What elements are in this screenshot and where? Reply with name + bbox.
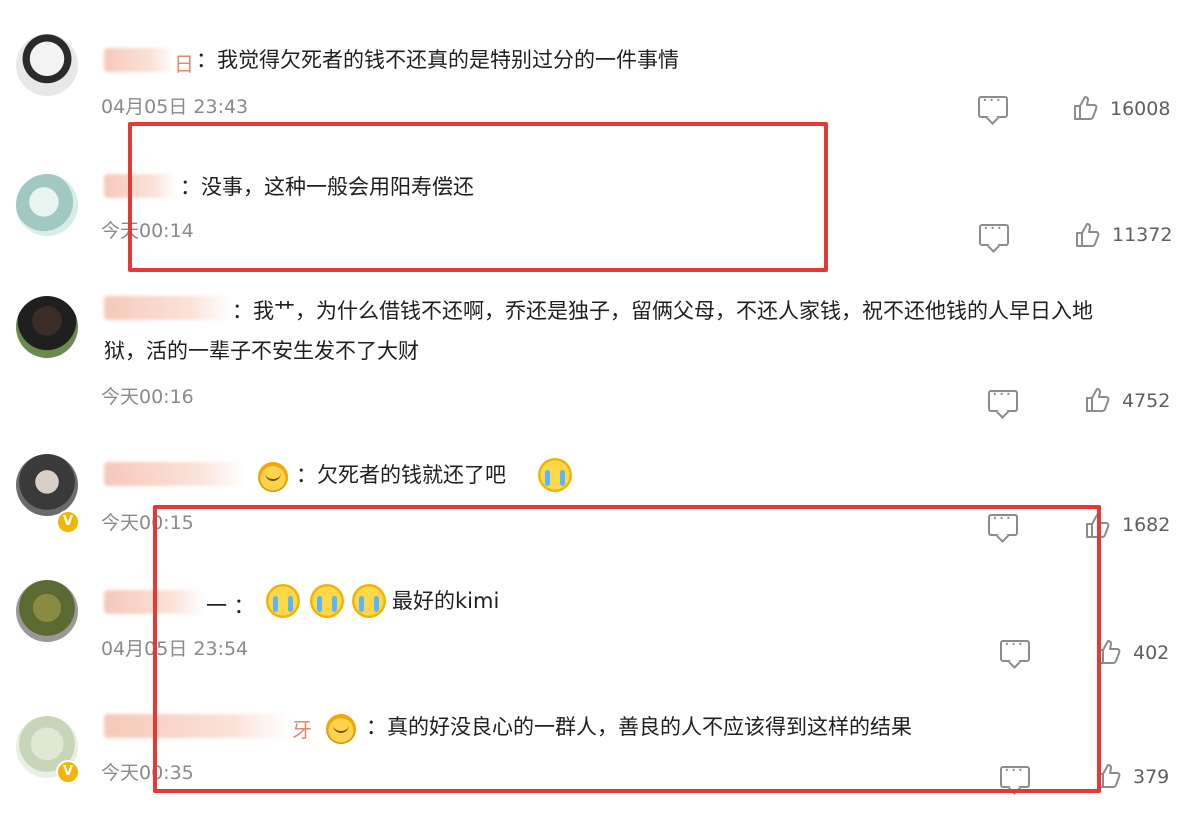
comment-text: ：我觉得欠死者的钱不还真的是特别过分的一件事情 xyxy=(196,48,679,72)
verified-badge: V xyxy=(56,510,80,534)
avatar[interactable] xyxy=(16,174,78,236)
thumbs-up-icon[interactable] xyxy=(1083,512,1111,540)
comment-icon[interactable] xyxy=(1000,634,1030,662)
verified-badge: V xyxy=(56,760,80,784)
comment-text: ：欠死者的钱就还了吧 xyxy=(296,463,506,487)
fan-badge-emoji-icon xyxy=(258,462,288,492)
thumbs-up-icon[interactable] xyxy=(1094,762,1122,790)
comment-icon[interactable] xyxy=(988,508,1018,536)
crying-emoji-icon xyxy=(310,584,344,618)
like-count: 11372 xyxy=(1112,224,1173,246)
username-partial: 一 ： xyxy=(206,594,255,618)
username-blurred[interactable] xyxy=(104,48,174,72)
thumbs-up-icon[interactable] xyxy=(1083,386,1111,414)
crying-emoji-icon xyxy=(266,584,300,618)
like-count: 1682 xyxy=(1122,514,1171,536)
comment-timestamp: 今天00:14 xyxy=(101,220,194,242)
comment-item: V ：欠死者的钱就还了吧 今天00:15 1682 xyxy=(0,440,1200,560)
thumbs-up-icon[interactable] xyxy=(1094,638,1122,666)
comment-timestamp: 今天00:15 xyxy=(101,512,194,534)
comment-timestamp: 今天00:35 xyxy=(101,762,194,784)
username-blurred[interactable] xyxy=(104,174,176,198)
comment-item: 日 ：我觉得欠死者的钱不还真的是特别过分的一件事情 04月05日 23:43 1… xyxy=(0,0,1200,140)
username-partial[interactable]: 日 xyxy=(174,48,194,77)
username-blurred[interactable] xyxy=(104,462,244,486)
crying-emoji-icon xyxy=(352,584,386,618)
fan-badge-emoji-icon xyxy=(326,714,356,744)
thumbs-up-icon[interactable] xyxy=(1073,221,1101,249)
comment-text: 最好的kimi xyxy=(392,589,500,613)
comment-timestamp: 04月05日 23:43 xyxy=(101,96,249,118)
comment-text: ：真的好没良心的一群人，善良的人不应该得到这样的结果 xyxy=(366,715,912,739)
like-count: 16008 xyxy=(1110,98,1171,120)
username-partial: 牙 xyxy=(292,718,312,742)
comment-item: ：没事，这种一般会用阳寿偿还 今天00:14 11372 xyxy=(0,140,1200,270)
avatar[interactable] xyxy=(16,580,78,642)
comment-timestamp: 04月05日 23:54 xyxy=(101,638,249,660)
comment-icon[interactable] xyxy=(1000,760,1030,788)
username-blurred[interactable] xyxy=(104,714,290,738)
avatar[interactable] xyxy=(16,296,78,358)
comment-text: ：没事，这种一般会用阳寿偿还 xyxy=(180,175,474,199)
comment-text-line: ：我艹，为什么借钱不还啊，乔还是独子，留俩父母，不还人家钱，祝不还他钱的人早日入… xyxy=(232,299,1093,323)
username-blurred[interactable] xyxy=(104,590,204,614)
comment-icon[interactable] xyxy=(978,90,1008,118)
comment-item: ：我艹，为什么借钱不还啊，乔还是独子，留俩父母，不还人家钱，祝不还他钱的人早日入… xyxy=(0,280,1200,430)
comment-item: 一 ： 最好的kimi 04月05日 23:54 402 xyxy=(0,570,1200,690)
comment-icon[interactable] xyxy=(988,384,1018,412)
like-count: 402 xyxy=(1133,642,1170,664)
comment-icon[interactable] xyxy=(979,218,1009,246)
like-count: 4752 xyxy=(1122,390,1171,412)
like-count: 379 xyxy=(1133,766,1170,788)
comment-item: V 牙 ：真的好没良心的一群人，善良的人不应该得到这样的结果 今天00:35 3… xyxy=(0,700,1200,819)
avatar[interactable] xyxy=(16,34,78,96)
comment-text-line: 狱，活的一辈子不安生发不了大财 xyxy=(104,339,419,363)
thumbs-up-icon[interactable] xyxy=(1071,94,1099,122)
comment-timestamp: 今天00:16 xyxy=(101,386,194,408)
username-blurred[interactable] xyxy=(104,296,230,320)
crying-laughing-emoji-icon xyxy=(538,458,572,492)
avatar[interactable] xyxy=(16,454,78,516)
